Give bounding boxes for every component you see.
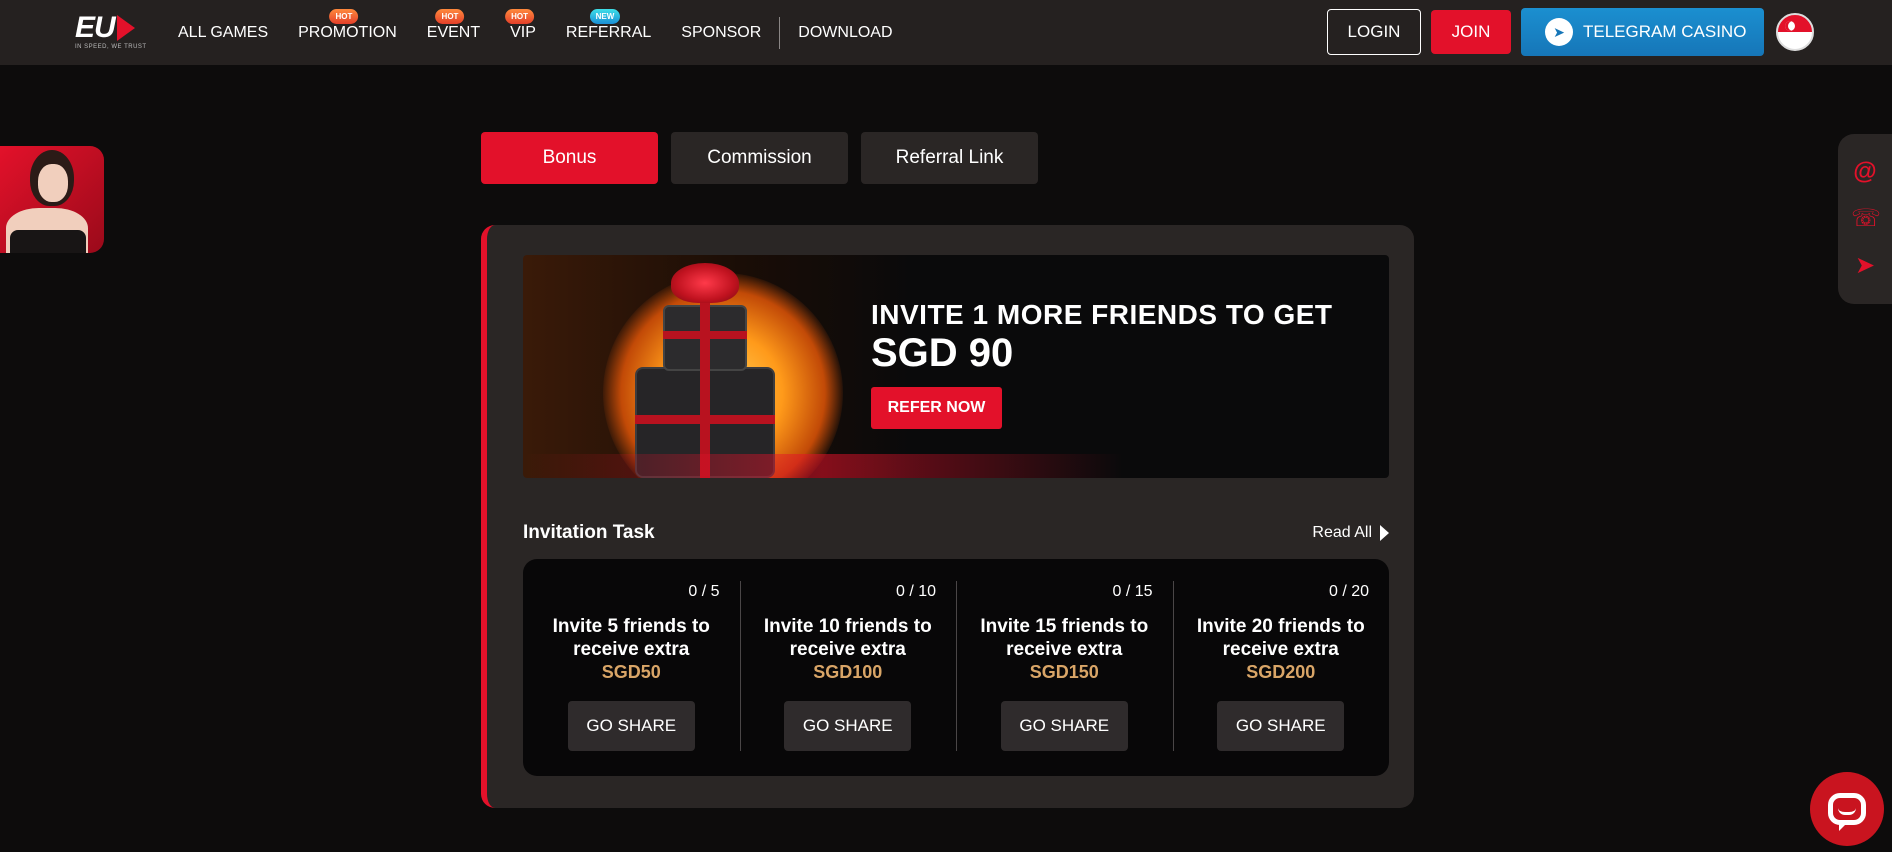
tab-referral-link[interactable]: Referral Link — [861, 132, 1038, 184]
nav-label: VIP — [510, 23, 536, 41]
task-description: Invite 10 friends to receive extra — [763, 616, 932, 660]
task-progress: 0 / 15 — [1112, 583, 1153, 600]
bonus-card: INVITE 1 MORE FRIENDS TO GET SGD 90 REFE… — [481, 225, 1414, 808]
gift-bow-icon — [671, 263, 739, 303]
nav-label: DOWNLOAD — [798, 23, 893, 41]
tab-bonus[interactable]: Bonus — [481, 132, 658, 184]
task-item: 0 / 5 Invite 5 friends to receive extra … — [523, 559, 740, 776]
invitation-task-header: Invitation Task Read All — [523, 522, 1389, 544]
go-share-button[interactable]: GO SHARE — [1217, 701, 1345, 751]
task-description: Invite 20 friends to receive extra — [1196, 616, 1365, 660]
read-all-link[interactable]: Read All — [1312, 524, 1389, 542]
task-description: Invite 15 friends to receive extra — [980, 616, 1149, 660]
nav-divider — [779, 16, 781, 49]
email-icon[interactable]: @ — [1851, 158, 1879, 186]
gift-ribbon — [700, 291, 710, 478]
task-reward: SGD200 — [1246, 662, 1316, 682]
nav-event[interactable]: HOT EVENT — [426, 8, 481, 42]
gift-ribbon — [635, 415, 775, 424]
contact-sidebar: @ ☏ ➤ — [1838, 134, 1892, 304]
nav-label: REFERRAL — [565, 23, 652, 41]
go-share-button[interactable]: GO SHARE — [567, 701, 695, 751]
banner-floor-glow — [523, 454, 1123, 478]
host-avatar[interactable] — [0, 146, 104, 253]
invitation-task-list: 0 / 5 Invite 5 friends to receive extra … — [523, 559, 1389, 776]
referral-tabs: Bonus Commission Referral Link — [481, 132, 1051, 184]
login-button[interactable]: LOGIN — [1327, 9, 1421, 55]
top-header: EU IN SPEED, WE TRUST ALL GAMES HOT PROMO… — [0, 0, 1892, 65]
header-actions: LOGIN JOIN ➤ TELEGRAM CASINO — [1327, 8, 1814, 56]
whatsapp-icon[interactable]: ☏ — [1851, 205, 1881, 233]
play-arrow-icon — [1380, 525, 1389, 541]
nav-label: PROMOTION — [298, 23, 397, 41]
live-chat-button[interactable] — [1810, 772, 1884, 846]
nav-vip[interactable]: HOT VIP — [505, 8, 536, 42]
nav-download[interactable]: DOWNLOAD — [798, 24, 892, 42]
hot-badge: HOT — [435, 8, 465, 24]
logo-text: EU — [75, 11, 116, 44]
nav-referral[interactable]: NEW REFERRAL — [565, 8, 652, 42]
task-reward: SGD50 — [601, 662, 661, 682]
logo-mark-icon — [116, 15, 135, 41]
telegram-icon: ➤ — [1545, 18, 1573, 46]
task-progress: 0 / 5 — [688, 583, 720, 600]
read-all-label: Read All — [1312, 524, 1372, 541]
task-item: 0 / 20 Invite 20 friends to receive extr… — [1172, 559, 1390, 776]
referral-banner: INVITE 1 MORE FRIENDS TO GET SGD 90 REFE… — [523, 255, 1389, 478]
go-share-button[interactable]: GO SHARE — [784, 701, 912, 751]
refer-now-button[interactable]: REFER NOW — [871, 387, 1002, 429]
logo-slogan: IN SPEED, WE TRUST — [75, 44, 147, 50]
telegram-casino-button[interactable]: ➤ TELEGRAM CASINO — [1521, 8, 1764, 56]
gift-ribbon — [663, 331, 747, 339]
nav-sponsor[interactable]: SPONSOR — [681, 24, 761, 42]
nav-label: EVENT — [426, 23, 481, 41]
banner-amount: SGD 90 — [871, 331, 1014, 375]
telegram-icon[interactable]: ➤ — [1851, 252, 1879, 280]
task-item: 0 / 15 Invite 15 friends to receive extr… — [956, 559, 1173, 776]
tab-commission[interactable]: Commission — [671, 132, 848, 184]
go-share-button[interactable]: GO SHARE — [1000, 701, 1128, 751]
nav-label: SPONSOR — [681, 23, 762, 41]
singapore-flag-icon[interactable] — [1776, 13, 1814, 51]
nav-promotion[interactable]: HOT PROMOTION — [298, 8, 397, 42]
task-item: 0 / 10 Invite 10 friends to receive extr… — [739, 559, 957, 776]
hot-badge: HOT — [329, 8, 359, 24]
banner-headline: INVITE 1 MORE FRIENDS TO GET — [871, 299, 1333, 330]
task-progress: 0 / 20 — [1328, 583, 1369, 600]
logo[interactable]: EU IN SPEED, WE TRUST — [75, 13, 165, 53]
task-progress: 0 / 10 — [895, 583, 936, 600]
task-description: Invite 5 friends to receive extra — [552, 616, 710, 660]
hot-badge: HOT — [505, 8, 534, 24]
nav-all-games[interactable]: ALL GAMES — [178, 24, 268, 42]
main-nav: ALL GAMES HOT PROMOTION HOT EVENT HOT VIP N… — [178, 0, 923, 65]
nav-label: ALL GAMES — [178, 23, 269, 41]
join-button[interactable]: JOIN — [1431, 10, 1511, 54]
task-reward: SGD100 — [813, 662, 883, 682]
task-reward: SGD150 — [1029, 662, 1099, 682]
chat-smile — [1838, 808, 1856, 815]
new-badge: NEW — [589, 8, 621, 24]
invitation-task-title: Invitation Task — [523, 522, 655, 543]
telegram-label: TELEGRAM CASINO — [1583, 22, 1747, 41]
